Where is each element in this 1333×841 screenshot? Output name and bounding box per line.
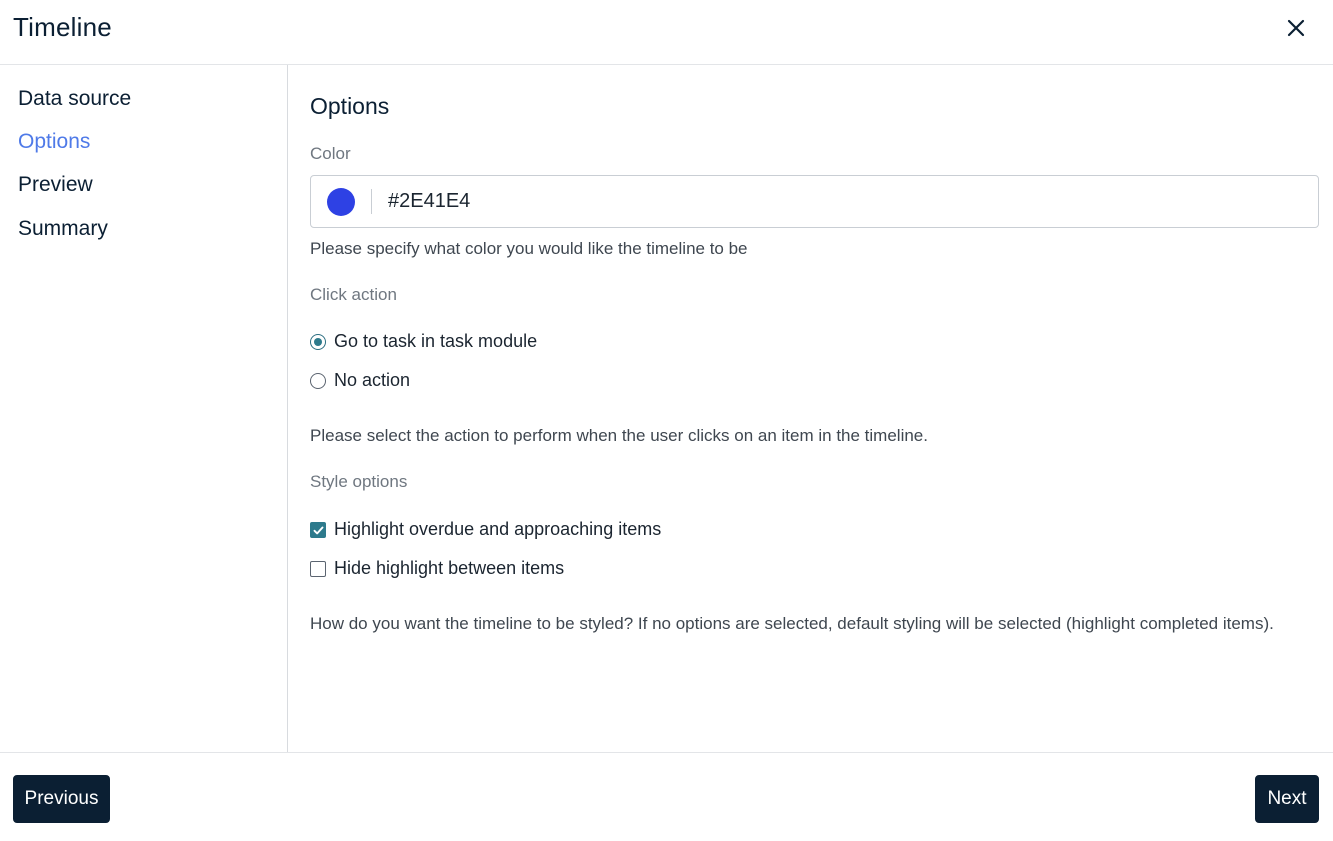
color-label: Color (310, 144, 351, 163)
wizard-sidebar: Data source Options Preview Summary (0, 65, 288, 753)
checkmark-icon (313, 526, 323, 534)
checkbox-checked[interactable] (310, 522, 326, 538)
click-action-label: Click action (310, 285, 397, 304)
dialog-title: Timeline (13, 12, 112, 42)
style-options-help-text: How do you want the timeline to be style… (310, 614, 1274, 633)
color-swatch[interactable] (327, 188, 355, 216)
radio-button-selected[interactable] (310, 334, 326, 350)
sidebar-item-summary[interactable]: Summary (18, 217, 108, 241)
checkbox[interactable] (310, 561, 326, 577)
previous-button[interactable]: Previous (13, 775, 110, 823)
color-input[interactable]: #2E41E4 (310, 175, 1319, 228)
style-options-label: Style options (310, 472, 408, 491)
sidebar-item-options[interactable]: Options (18, 130, 90, 154)
dialog-footer: Previous Next (0, 752, 1333, 841)
sidebar-item-data-source[interactable]: Data source (18, 87, 131, 111)
close-icon (1287, 19, 1305, 37)
click-action-help-text: Please select the action to perform when… (310, 426, 928, 445)
color-value: #2E41E4 (388, 190, 471, 212)
radio-label: No action (334, 370, 411, 390)
options-panel: Options Color #2E41E4 Please specify wha… (288, 65, 1333, 753)
color-divider (371, 189, 372, 214)
radio-label: Go to task in task module (334, 331, 538, 351)
checkbox-label: Highlight overdue and approaching items (334, 519, 662, 539)
radio-button[interactable] (310, 373, 326, 389)
close-button[interactable] (1280, 12, 1312, 44)
next-button[interactable]: Next (1255, 775, 1319, 823)
dialog-header: Timeline (0, 0, 1333, 65)
color-help-text: Please specify what color you would like… (310, 239, 748, 258)
section-title: Options (310, 93, 390, 119)
sidebar-item-preview[interactable]: Preview (18, 173, 93, 197)
checkbox-label: Hide highlight between items (334, 558, 565, 578)
